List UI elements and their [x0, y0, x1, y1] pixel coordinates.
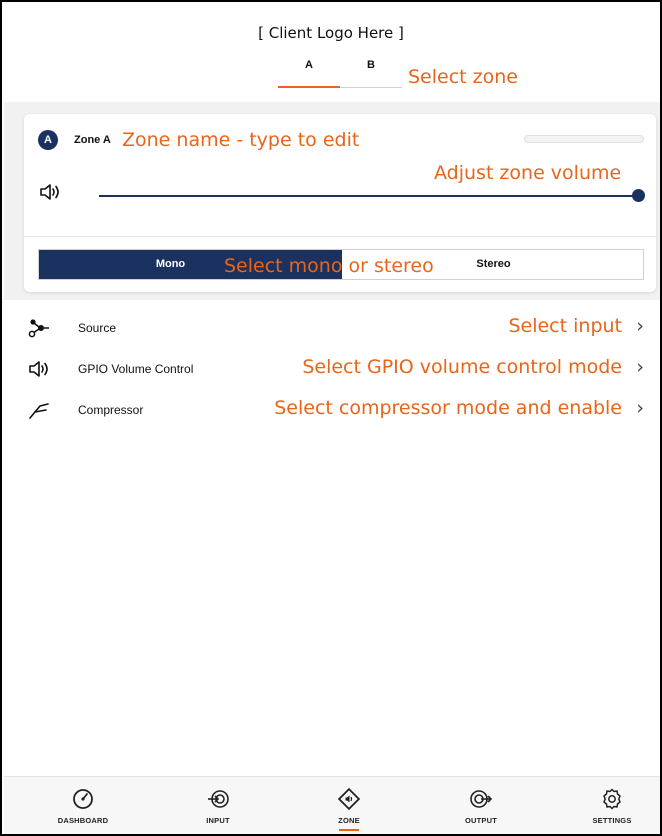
source-icon — [28, 319, 49, 338]
app-frame: [ Client Logo Here ] A B Select zone A Z… — [0, 0, 662, 836]
chevron-right-icon: › — [636, 315, 644, 337]
settings-icon — [603, 788, 621, 810]
card-divider — [24, 236, 656, 237]
zone-tab-b-label: B — [367, 59, 375, 71]
zone-tab-a-underline — [278, 86, 340, 88]
nav-zone-active-indicator — [339, 829, 359, 831]
compressor-label: Compressor — [78, 403, 144, 417]
level-meter — [524, 135, 644, 143]
input-icon — [208, 790, 229, 808]
volume-icon — [40, 184, 59, 200]
zone-tab-b-underline — [340, 87, 402, 88]
volume-slider-thumb[interactable] — [632, 189, 645, 202]
nav-dashboard-label: DASHBOARD — [57, 816, 109, 825]
zone-name-input[interactable] — [74, 134, 124, 146]
nav-settings-label: SETTINGS — [592, 816, 632, 825]
speaker-icon — [29, 361, 48, 377]
nav-zone-label: ZONE — [338, 816, 360, 825]
output-icon — [470, 790, 493, 808]
compressor-icon — [29, 403, 49, 419]
source-label: Source — [78, 321, 117, 335]
annotation-compressor: Select compressor mode and enable — [274, 397, 622, 419]
annotation-zone-name: Zone name - type to edit — [122, 129, 360, 151]
gpio-label: GPIO Volume Control — [78, 362, 194, 376]
zone-avatar: A — [38, 130, 58, 150]
zone-tab-a-label: A — [305, 59, 313, 71]
annotation-select-zone: Select zone — [408, 66, 518, 88]
nav-output-label: OUTPUT — [464, 816, 498, 825]
volume-slider-track[interactable] — [99, 195, 639, 197]
dashboard-icon — [73, 789, 93, 809]
annotation-gpio: Select GPIO volume control mode — [302, 356, 622, 378]
zone-card: A Zone name - type to edit Adjust zone v… — [24, 114, 656, 292]
list-item-compressor[interactable]: Compressor Select compressor mode and en… — [28, 396, 648, 424]
annotation-adjust-volume: Adjust zone volume — [434, 162, 622, 184]
nav-input[interactable]: INPUT — [178, 777, 258, 834]
bottom-nav: DASHBOARD INPUT ZONE OUTPUT SETTINGS — [4, 776, 660, 834]
zone-tab-a[interactable]: A — [278, 54, 340, 88]
nav-output[interactable]: OUTPUT — [441, 777, 521, 834]
nav-zone[interactable]: ZONE — [309, 777, 389, 834]
nav-input-label: INPUT — [206, 816, 230, 825]
list-item-gpio-volume-control[interactable]: GPIO Volume Control Select GPIO volume c… — [28, 355, 648, 383]
zone-icon — [337, 787, 361, 811]
client-logo: [ Client Logo Here ] — [258, 24, 404, 42]
nav-settings[interactable]: SETTINGS — [572, 777, 652, 834]
nav-dashboard[interactable]: DASHBOARD — [43, 777, 123, 834]
zone-tab-b[interactable]: B — [340, 54, 402, 88]
list-item-source[interactable]: Source Select input › — [28, 314, 648, 342]
annotation-select-input: Select input — [508, 315, 622, 337]
chevron-right-icon: › — [636, 356, 644, 378]
annotation-mono-stereo: Select mono or stereo — [224, 255, 434, 277]
zone-tabs: A B — [278, 54, 402, 90]
chevron-right-icon: › — [636, 397, 644, 419]
